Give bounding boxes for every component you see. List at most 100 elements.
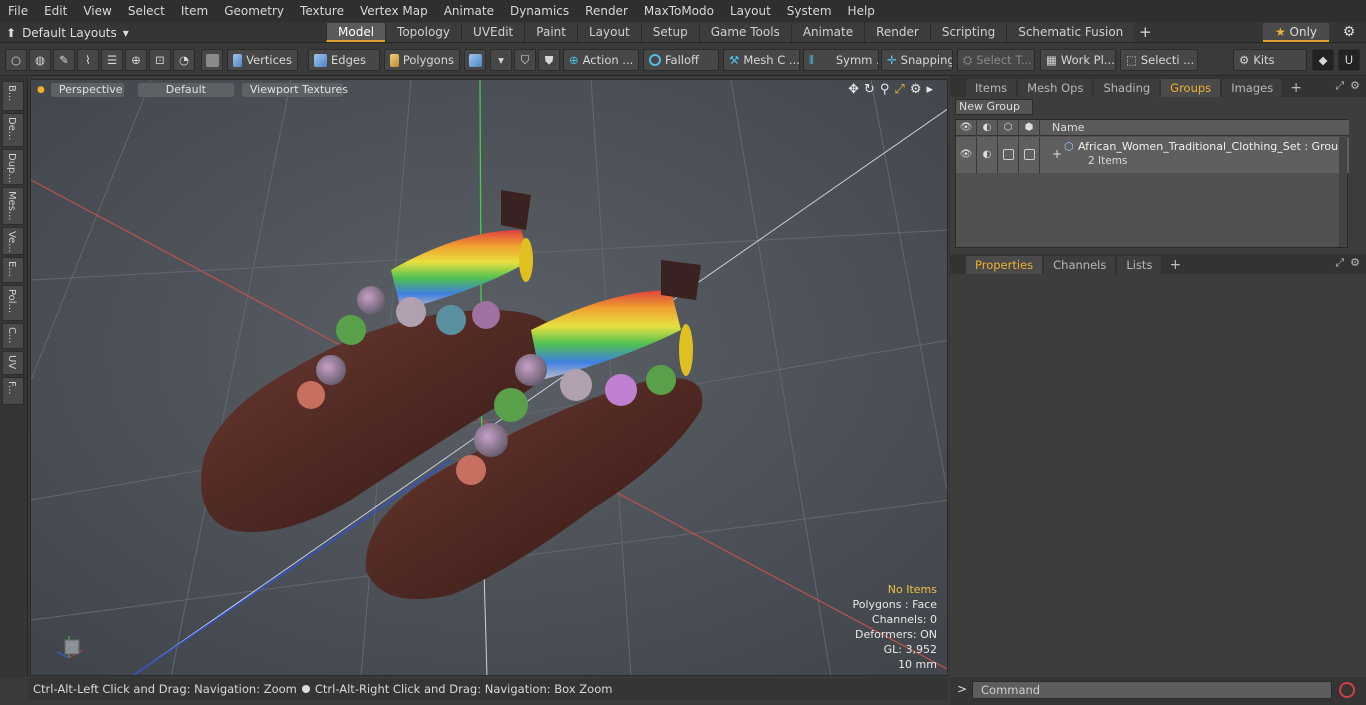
left-tab-curve[interactable]: C... — [2, 323, 24, 349]
add-panel-tab-icon[interactable]: + — [1284, 79, 1308, 97]
left-tab-vertex[interactable]: Ve... — [2, 227, 24, 255]
left-tab-duplicate[interactable]: Dup... — [2, 149, 24, 185]
panel-gear-icon[interactable]: ⚙ — [1350, 79, 1360, 93]
eye-icon[interactable]: 👁 — [956, 137, 977, 173]
pen-icon[interactable]: ✎ — [53, 49, 75, 71]
mesh-constraint-button[interactable]: ⚒ Mesh C ... — [723, 49, 800, 71]
add-properties-tab-icon[interactable]: + — [1163, 256, 1187, 274]
menu-texture[interactable]: Texture — [292, 0, 352, 22]
shading-dropdown[interactable]: Default — [137, 83, 234, 97]
viewport-menu-arrow-icon[interactable]: ▸ — [926, 82, 933, 97]
falloff-button[interactable]: Falloff — [643, 49, 719, 71]
vertices-button[interactable]: Vertices — [227, 49, 298, 71]
tab-topology[interactable]: Topology — [385, 23, 462, 42]
left-tab-mesh[interactable]: Mes... — [2, 187, 24, 225]
menu-maxtomodo[interactable]: MaxToModo — [636, 0, 722, 22]
properties-gear-icon[interactable]: ⚙ — [1350, 256, 1360, 270]
menu-select[interactable]: Select — [120, 0, 173, 22]
left-tab-polygon[interactable]: Pol... — [2, 285, 24, 321]
menu-animate[interactable]: Animate — [436, 0, 502, 22]
new-group-button[interactable]: New Group — [955, 99, 1033, 115]
select-through-button[interactable]: ⛭ Select T... — [957, 49, 1035, 71]
tab-items[interactable]: Items — [966, 79, 1017, 97]
add-tab-icon[interactable]: + — [1134, 23, 1156, 42]
tab-render[interactable]: Render — [864, 23, 930, 42]
tab-game-tools[interactable]: Game Tools — [698, 23, 791, 42]
view-mode-dropdown[interactable]: Perspective — [50, 83, 124, 97]
left-tab-edge[interactable]: E... — [2, 257, 24, 283]
menu-edit[interactable]: Edit — [36, 0, 75, 22]
record-icon[interactable] — [1339, 682, 1355, 698]
select-checkbox[interactable] — [1019, 137, 1040, 173]
menu-help[interactable]: Help — [840, 0, 883, 22]
shield-alt-icon[interactable]: ⛊ — [538, 49, 560, 71]
gear-icon[interactable]: ⚙ — [1339, 23, 1359, 42]
tab-properties[interactable]: Properties — [966, 256, 1043, 274]
3d-viewport[interactable]: ● Perspective Default Viewport Textures … — [30, 79, 948, 676]
snapping-button[interactable]: ✛ Snapping — [881, 49, 953, 71]
lock-checkbox[interactable] — [998, 137, 1019, 173]
edges-button[interactable]: Edges — [308, 49, 380, 71]
layers-icon[interactable]: ☰ — [101, 49, 123, 71]
left-tab-uv[interactable]: UV — [2, 351, 24, 375]
viewport-textures-dropdown[interactable]: Viewport Textures — [241, 83, 348, 97]
work-plane-button[interactable]: ▦ Work Pl... — [1040, 49, 1116, 71]
tab-images[interactable]: Images — [1222, 79, 1283, 97]
layout-dropdown[interactable]: ⬆ Default Layouts ▾ — [6, 24, 129, 41]
polygons-button[interactable]: Polygons — [384, 49, 460, 71]
shield-icon[interactable]: ⛉ — [514, 49, 536, 71]
render-header-icon[interactable]: ◐ — [977, 120, 998, 136]
menu-file[interactable]: File — [0, 0, 36, 22]
viewport-gear-icon[interactable]: ⚙ — [910, 82, 922, 97]
lock-header-icon[interactable]: ⬡ — [998, 120, 1019, 136]
menu-render[interactable]: Render — [577, 0, 636, 22]
tab-lists[interactable]: Lists — [1117, 256, 1162, 274]
expand-group-icon[interactable]: + — [1052, 147, 1062, 161]
tab-layout[interactable]: Layout — [576, 23, 641, 42]
menu-item[interactable]: Item — [173, 0, 216, 22]
menu-layout[interactable]: Layout — [722, 0, 779, 22]
rotate-view-icon[interactable]: ↻ — [864, 82, 875, 97]
tab-schematic-fusion[interactable]: Schematic Fusion — [1006, 23, 1135, 42]
tab-groups[interactable]: Groups — [1161, 79, 1221, 97]
selection-sets-button[interactable]: ⬚ Selecti ... — [1120, 49, 1198, 71]
menu-view[interactable]: View — [75, 0, 119, 22]
select-mode-icon[interactable]: ○ — [5, 49, 27, 71]
kits-button[interactable]: ⚙ Kits — [1233, 49, 1307, 71]
menu-vertex-map[interactable]: Vertex Map — [352, 0, 436, 22]
left-tab-deform[interactable]: De... — [2, 113, 24, 147]
groups-scrollbar[interactable] — [1339, 137, 1347, 247]
maximize-view-icon[interactable]: ⤢ — [894, 82, 904, 97]
group-row[interactable]: 👁 ◐ + ⬡ African_Women_Traditional_Clothi… — [956, 137, 1349, 173]
expand-properties-icon[interactable]: ⤢ — [1335, 256, 1344, 270]
visibility-header-icon[interactable]: 👁 — [956, 120, 977, 136]
tab-model[interactable]: Model — [326, 23, 386, 42]
globe-icon[interactable]: ◍ — [29, 49, 51, 71]
tab-shading[interactable]: Shading — [1094, 79, 1160, 97]
center-icon[interactable]: ⊕ — [125, 49, 147, 71]
move-view-icon[interactable]: ✥ — [848, 82, 859, 97]
brush-icon[interactable]: ⌇ — [77, 49, 99, 71]
tab-setup[interactable]: Setup — [640, 23, 699, 42]
tab-scripting[interactable]: Scripting — [929, 23, 1007, 42]
unity-icon[interactable]: ◆ — [1312, 49, 1334, 71]
symmetry-button[interactable]: ⫴ Symm ... — [803, 49, 879, 71]
select-header-icon[interactable]: ⬢ — [1019, 120, 1040, 136]
menu-dynamics[interactable]: Dynamics — [502, 0, 577, 22]
pie-icon[interactable]: ◔ — [173, 49, 195, 71]
render-toggle-icon[interactable]: ◐ — [977, 137, 998, 173]
tab-channels[interactable]: Channels — [1044, 256, 1116, 274]
unreal-icon[interactable]: U — [1338, 49, 1360, 71]
action-center-button[interactable]: ⊕ Action ... — [563, 49, 639, 71]
tab-mesh-ops[interactable]: Mesh Ops — [1018, 79, 1093, 97]
left-tab-basic[interactable]: B... — [2, 81, 24, 111]
name-column-header[interactable]: Name — [1052, 120, 1084, 136]
menu-geometry[interactable]: Geometry — [216, 0, 292, 22]
left-tab-fusion[interactable]: F... — [2, 377, 24, 405]
item-mode-icon[interactable] — [464, 49, 486, 71]
menu-system[interactable]: System — [779, 0, 840, 22]
only-toggle[interactable]: ★ Only — [1263, 23, 1329, 42]
expand-panel-icon[interactable]: ⤢ — [1335, 79, 1344, 93]
mode-dropdown-icon[interactable]: ▾ — [490, 49, 512, 71]
command-input[interactable] — [972, 681, 1332, 699]
